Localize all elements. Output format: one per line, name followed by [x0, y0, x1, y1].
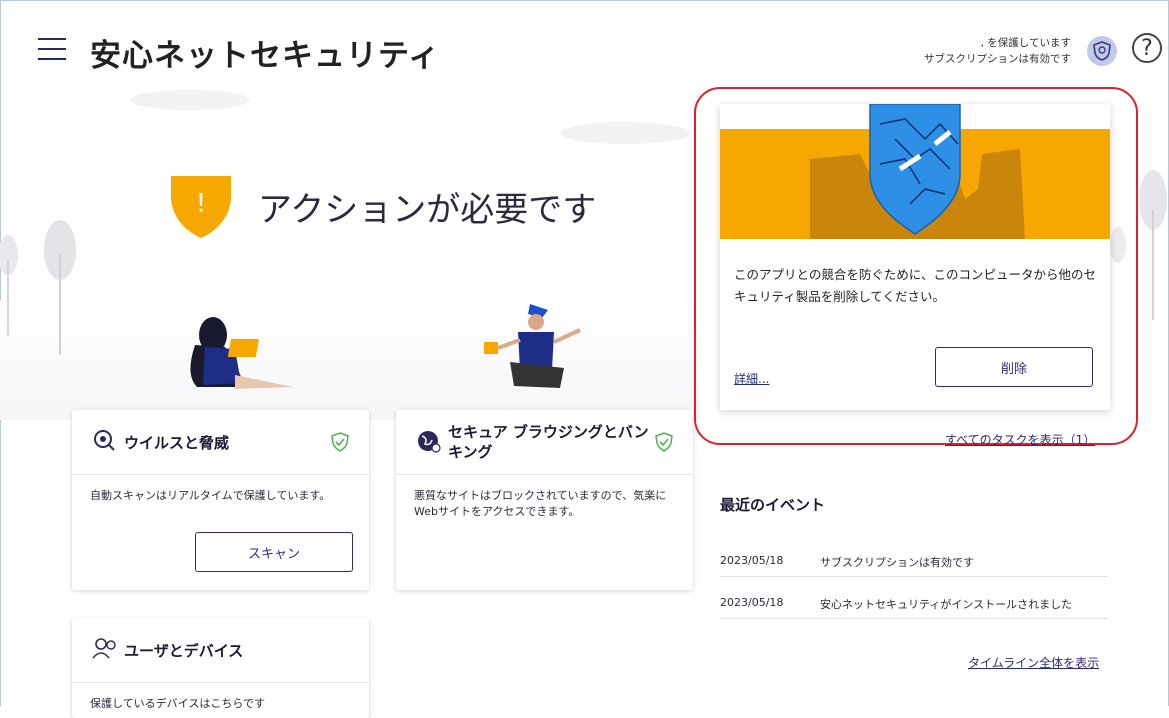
woman-with-laptop-illustration-icon [190, 317, 293, 389]
background-cloud [560, 122, 690, 144]
users-icon [92, 638, 116, 659]
remove-other-security-popup: このアプリとの競合を防ぐために、このコンピュータから他のセ キュリティ製品を削除… [720, 104, 1110, 410]
browsing-card-description: 悪質なサイトはブロックされていますので、気楽に Webサイトをアクセスできます。 [414, 488, 666, 520]
event-row: 2023/05/18 安心ネットセキュリティがインストールされました [720, 588, 1108, 619]
virus-card-description: 自動スキャンはリアルタイムで保護しています。 [90, 489, 331, 502]
globe-shield-icon [418, 431, 441, 453]
protection-status: , を保護しています サブスクリプションは有効です [924, 35, 1071, 67]
remove-button[interactable]: 削除 [935, 347, 1093, 387]
users-card-title: ユーザとデバイス [124, 642, 244, 660]
tree-illustration-icon [0, 220, 76, 355]
app-header: 安心ネットセキュリティ , を保護しています サブスクリプションは有効です ? [0, 0, 1169, 90]
users-devices-card: ユーザとデバイス 保護しているデバイスはこちらです [72, 618, 369, 718]
users-card-description: 保護しているデバイスはこちらです [90, 697, 266, 710]
event-date: 2023/05/18 [720, 554, 784, 567]
browsing-card-description-line: 悪質なサイトはブロックされていますので、気楽に [414, 489, 667, 502]
event-date: 2023/05/18 [720, 596, 784, 609]
recent-events-title: 最近のイベント [720, 496, 826, 514]
warning-banner [720, 104, 1110, 239]
tree-illustration-icon [1110, 170, 1167, 320]
broken-shield-illustration-icon [810, 104, 1025, 239]
event-text: サブスクリプションは有効です [820, 556, 974, 569]
popup-message-line: このアプリとの競合を防ぐために、このコンピュータから他のセ [734, 267, 1097, 282]
background-ground [0, 300, 700, 420]
popup-message-line: キュリティ製品を削除してください。 [734, 289, 946, 304]
action-required-title: アクションが必要です [258, 190, 597, 230]
scan-button[interactable]: スキャン [195, 532, 353, 572]
popup-message: このアプリとの競合を防ぐために、このコンピュータから他のセ キュリティ製品を削除… [734, 264, 1102, 308]
hamburger-menu-icon[interactable] [38, 38, 66, 60]
view-all-tasks-link[interactable]: すべてのタスクを表示（1） [945, 431, 1095, 448]
background-cloud [130, 90, 250, 110]
virus-search-icon [94, 430, 115, 451]
warning-symbol: ! [196, 189, 206, 219]
help-button[interactable]: ? [1132, 33, 1162, 63]
browsing-card-description-line: Webサイトをアクセスできます。 [414, 505, 580, 518]
card-header: ウイルスと脅威 [72, 410, 369, 475]
man-with-book-illustration-icon [484, 304, 581, 388]
warning-shield-icon: ! [171, 176, 231, 238]
app-title: 安心ネットセキュリティ [90, 38, 441, 74]
browsing-card-title: セキュア ブラウジングとバン キング [448, 422, 649, 462]
protected-check-icon [331, 432, 349, 452]
protection-status-line: , を保護しています [980, 37, 1071, 49]
event-row: 2023/05/18 サブスクリプションは有効です [720, 546, 1108, 577]
secure-browsing-card: セキュア ブラウジングとバン キング 悪質なサイトはブロックされていますので、気… [396, 410, 693, 590]
virus-card-title: ウイルスと脅威 [124, 434, 230, 452]
subscription-status-line: サブスクリプションは有効です [924, 53, 1071, 65]
card-header: セキュア ブラウジングとバン キング [396, 410, 693, 475]
card-header: ユーザとデバイス [72, 618, 369, 683]
view-timeline-link[interactable]: タイムライン全体を表示 [968, 654, 1099, 671]
details-link[interactable]: 詳細... [734, 370, 769, 387]
virus-threat-card: ウイルスと脅威 自動スキャンはリアルタイムで保護しています。 スキャン [72, 410, 369, 590]
account-avatar-icon[interactable] [1087, 36, 1117, 66]
browsing-card-title-line: セキュア ブラウジングとバン [448, 423, 649, 441]
protected-check-icon [655, 432, 673, 452]
browsing-card-title-line: キング [448, 443, 493, 461]
event-text: 安心ネットセキュリティがインストールされました [820, 598, 1073, 611]
